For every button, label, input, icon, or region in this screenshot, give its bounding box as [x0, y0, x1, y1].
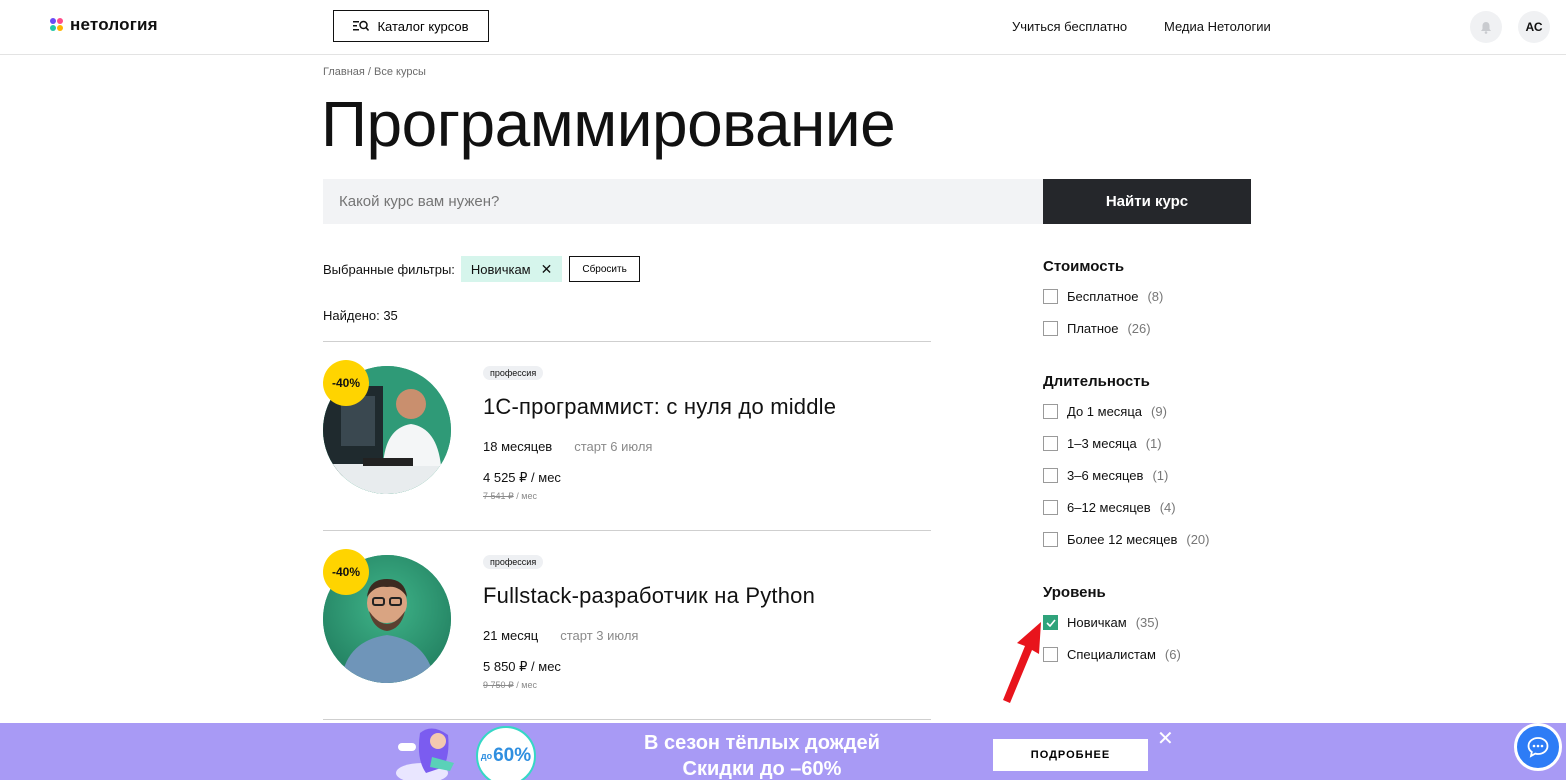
filter-chip-beginners: Новичкам ✕: [460, 256, 563, 282]
chat-icon: [1527, 737, 1549, 758]
filter-count: (6): [1164, 647, 1181, 662]
course-old-price: 7 541 ₽ / мес: [483, 491, 537, 502]
filter-label: Новичкам: [1067, 615, 1127, 630]
filter-label: 6–12 месяцев: [1067, 500, 1151, 515]
avatar[interactable]: АС: [1518, 11, 1550, 43]
divider: [323, 341, 931, 342]
nav-link-media[interactable]: Медиа Нетологии: [1164, 19, 1271, 34]
course-old-price: 9 750 ₽ / мес: [483, 680, 537, 691]
results-count: Найдено: 35: [323, 308, 398, 323]
filter-count: (1): [1145, 436, 1162, 451]
filter-group-level-title: Уровень: [1043, 584, 1106, 601]
search-button[interactable]: Найти курс: [1043, 179, 1251, 224]
nav-link-free-learning[interactable]: Учиться бесплатно: [1012, 19, 1127, 34]
bell-icon: [1481, 21, 1491, 34]
filter-cost-free[interactable]: Бесплатное (8): [1043, 289, 1163, 304]
course-duration: 18 месяцев: [483, 439, 553, 454]
reset-filters-button[interactable]: Сбросить: [569, 256, 640, 282]
chat-button[interactable]: [1514, 723, 1562, 771]
filter-label: Платное: [1067, 321, 1119, 336]
discount-badge: -40%: [323, 549, 369, 595]
notifications-button[interactable]: [1470, 11, 1502, 43]
checkbox-checked[interactable]: [1043, 615, 1058, 630]
checkbox[interactable]: [1043, 647, 1058, 662]
checkbox[interactable]: [1043, 468, 1058, 483]
course-card[interactable]: -40% профессия 1С-программист: с нуля до…: [323, 360, 931, 546]
filter-label: 3–6 месяцев: [1067, 468, 1144, 483]
checkbox[interactable]: [1043, 321, 1058, 336]
filter-duration-2[interactable]: 1–3 месяца (1): [1043, 436, 1162, 451]
filter-cost-paid[interactable]: Платное (26): [1043, 321, 1151, 336]
selected-filters-label: Выбранные фильтры:: [323, 261, 455, 277]
filter-count: (26): [1127, 321, 1151, 336]
filter-duration-3[interactable]: 3–6 месяцев (1): [1043, 468, 1168, 483]
promo-details-button[interactable]: ПОДРОБНЕЕ: [993, 739, 1148, 771]
close-icon[interactable]: ✕: [1157, 726, 1174, 751]
filter-count: (8): [1147, 289, 1164, 304]
course-tag: профессия: [483, 366, 544, 380]
logo-icon: [50, 18, 64, 32]
filter-count: (35): [1135, 615, 1159, 630]
search-input[interactable]: [323, 179, 1043, 224]
promo-banner: до 60% В сезон тёплых дождей Скидки до –6…: [0, 723, 1566, 780]
selected-filters: Выбранные фильтры: Новичкам ✕ Сбросить: [323, 256, 640, 282]
filter-count: (20): [1186, 532, 1210, 547]
close-icon[interactable]: ✕: [541, 261, 553, 278]
course-price: 4 525 ₽ / мес: [483, 470, 561, 485]
checkbox[interactable]: [1043, 404, 1058, 419]
filter-duration-5[interactable]: Более 12 месяцев (20): [1043, 532, 1209, 547]
breadcrumb-separator: /: [364, 66, 375, 78]
site-header: нетология Каталог курсов Учиться бесплат…: [0, 0, 1566, 55]
filter-count: (9): [1151, 404, 1167, 419]
red-arrow-icon: [1003, 622, 1041, 703]
filter-chip-label: Новичкам: [470, 261, 531, 277]
divider: [323, 719, 931, 720]
course-start: старт 6 июля: [574, 439, 653, 454]
breadcrumb-home[interactable]: Главная: [323, 66, 365, 78]
course-duration: 21 месяц: [483, 628, 539, 643]
check-icon: [1045, 618, 1056, 627]
course-meta: 21 месяц старт 3 июля: [483, 628, 638, 643]
course-start: старт 3 июля: [560, 628, 639, 643]
filter-duration-4[interactable]: 6–12 месяцев (4): [1043, 500, 1176, 515]
divider: [323, 530, 931, 531]
course-tag: профессия: [483, 555, 544, 569]
logo[interactable]: нетология: [50, 15, 158, 35]
discount-badge: -40%: [323, 360, 369, 406]
filter-label: Более 12 месяцев: [1067, 532, 1178, 547]
filter-duration-1[interactable]: До 1 месяца (9): [1043, 404, 1167, 419]
page-title: Программирование: [321, 88, 896, 160]
filter-count: (4): [1159, 500, 1176, 515]
catalog-label: Каталог курсов: [377, 18, 469, 34]
checkbox[interactable]: [1043, 500, 1058, 515]
checkbox[interactable]: [1043, 289, 1058, 304]
course-meta: 18 месяцев старт 6 июля: [483, 439, 652, 454]
filter-level-specialists[interactable]: Специалистам (6): [1043, 647, 1181, 662]
checkbox[interactable]: [1043, 532, 1058, 547]
filter-group-duration-title: Длительность: [1043, 373, 1150, 390]
old-price-unit: / мес: [513, 491, 537, 501]
course-price: 5 850 ₽ / мес: [483, 659, 561, 674]
catalog-search-icon: [353, 20, 370, 31]
filter-label: До 1 месяца: [1067, 404, 1143, 419]
filter-label: Бесплатное: [1067, 289, 1139, 304]
course-title[interactable]: Fullstack-разработчик на Python: [483, 583, 815, 609]
filter-label: Специалистам: [1067, 647, 1156, 662]
promo-title-line1: В сезон тёплых дождей: [644, 732, 880, 754]
course-title[interactable]: 1С-программист: с нуля до middle: [483, 394, 836, 420]
checkbox[interactable]: [1043, 436, 1058, 451]
logo-text: нетология: [70, 15, 158, 34]
old-price-value: 7 541 ₽: [483, 491, 514, 501]
breadcrumb-current[interactable]: Все курсы: [374, 66, 426, 78]
filter-label: 1–3 месяца: [1067, 436, 1137, 451]
filter-group-cost-title: Стоимость: [1043, 258, 1125, 275]
old-price-unit: / мес: [513, 680, 537, 690]
course-card[interactable]: -40% профессия Fullstack-разработчик на …: [323, 549, 931, 735]
catalog-button[interactable]: Каталог курсов: [333, 10, 489, 42]
promo-title-line2: Скидки до –60%: [682, 758, 842, 780]
breadcrumb: Главная / Все курсы: [323, 66, 426, 78]
old-price-value: 9 750 ₽: [483, 680, 514, 690]
filter-level-beginners[interactable]: Новичкам (35): [1043, 615, 1159, 630]
filter-count: (1): [1152, 468, 1169, 483]
